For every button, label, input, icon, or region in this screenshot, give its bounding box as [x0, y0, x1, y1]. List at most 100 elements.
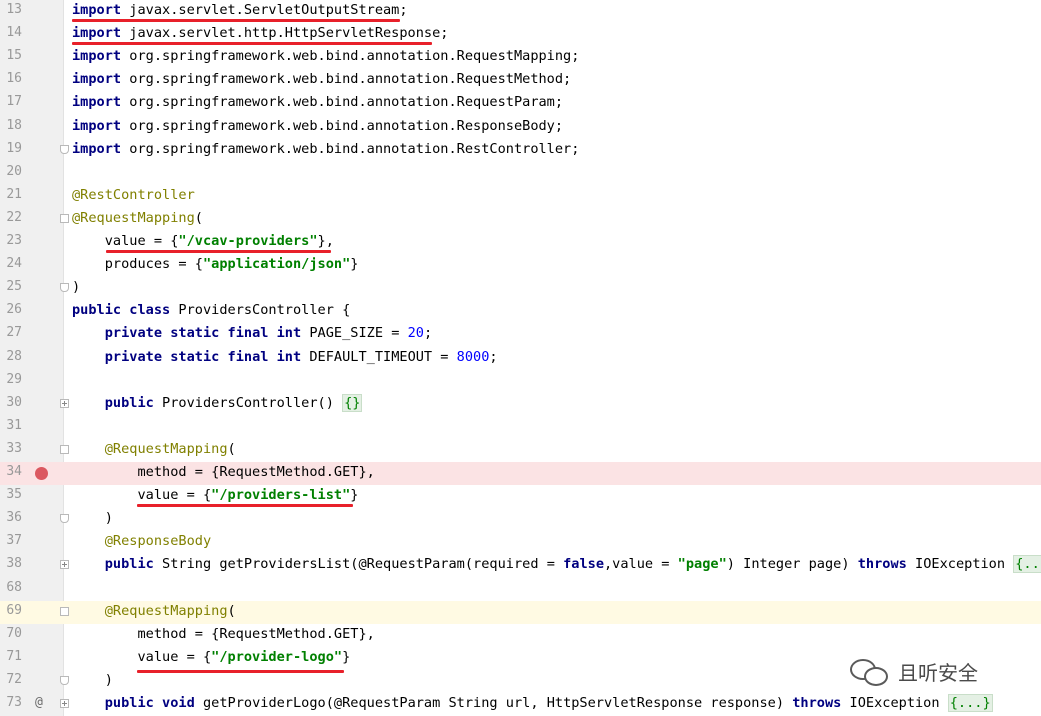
- code-text[interactable]: public void getProviderLogo(@RequestPara…: [72, 694, 993, 712]
- line-number[interactable]: 27: [0, 325, 22, 340]
- code-text[interactable]: @RequestMapping(: [72, 210, 203, 226]
- code-line[interactable]: 29: [0, 370, 1041, 393]
- breakpoint-icon[interactable]: [35, 467, 48, 480]
- line-number[interactable]: 35: [0, 487, 22, 502]
- code-text[interactable]: @ResponseBody: [72, 533, 211, 549]
- code-text[interactable]: value = {"/vcav-providers"},: [72, 233, 334, 249]
- code-text[interactable]: produces = {"application/json"}: [72, 256, 359, 272]
- line-number[interactable]: 34: [0, 464, 22, 479]
- line-number[interactable]: 70: [0, 626, 22, 641]
- code-line[interactable]: 19 import org.springframework.web.bind.an…: [0, 139, 1041, 162]
- fold-toggle-icon[interactable]: [60, 606, 69, 616]
- code-line[interactable]: 69 @RequestMapping(: [0, 600, 1041, 624]
- line-number[interactable]: 26: [0, 302, 22, 317]
- code-text[interactable]: @RequestMapping(: [72, 441, 236, 457]
- line-number[interactable]: 68: [0, 580, 22, 595]
- fold-toggle-icon[interactable]: [60, 444, 69, 454]
- line-number[interactable]: 19: [0, 141, 22, 156]
- line-number[interactable]: 15: [0, 48, 22, 63]
- line-number[interactable]: 25: [0, 279, 22, 294]
- code-editor[interactable]: 13 import javax.servlet.ServletOutputStre…: [0, 0, 1041, 716]
- code-line[interactable]: 26 public class ProvidersController {: [0, 300, 1041, 323]
- code-line[interactable]: 27 private static final int PAGE_SIZE = …: [0, 323, 1041, 346]
- code-text[interactable]: public ProvidersController() {}: [72, 393, 363, 412]
- code-text[interactable]: import org.springframework.web.bind.anno…: [72, 94, 563, 110]
- fold-toggle-icon[interactable]: [60, 283, 69, 293]
- code-line[interactable]: 68: [0, 578, 1041, 601]
- code-line[interactable]: 30 public ProvidersController() {}: [0, 393, 1041, 416]
- code-line[interactable]: 17 import org.springframework.web.bind.an…: [0, 92, 1041, 115]
- line-number[interactable]: 31: [0, 418, 22, 433]
- fold-toggle-icon[interactable]: [60, 398, 69, 408]
- code-text[interactable]: private static final int DEFAULT_TIMEOUT…: [72, 349, 498, 365]
- code-line[interactable]: 16 import org.springframework.web.bind.an…: [0, 69, 1041, 92]
- code-line[interactable]: 33 @RequestMapping(: [0, 439, 1041, 462]
- line-number[interactable]: 38: [0, 556, 22, 571]
- code-text[interactable]: @RestController: [72, 187, 195, 203]
- line-number[interactable]: 36: [0, 510, 22, 525]
- code-text[interactable]: ): [72, 672, 113, 688]
- code-line[interactable]: 36 ): [0, 508, 1041, 531]
- code-token: IOException: [841, 695, 948, 711]
- fold-toggle-icon[interactable]: [60, 144, 69, 154]
- line-number[interactable]: 28: [0, 349, 22, 364]
- code-text[interactable]: import javax.servlet.ServletOutputStream…: [72, 2, 408, 18]
- line-number[interactable]: 21: [0, 187, 22, 202]
- code-text[interactable]: private static final int PAGE_SIZE = 20;: [72, 325, 432, 341]
- code-line[interactable]: 31: [0, 416, 1041, 439]
- line-number[interactable]: 71: [0, 649, 22, 664]
- code-text[interactable]: import org.springframework.web.bind.anno…: [72, 71, 571, 87]
- code-text[interactable]: import org.springframework.web.bind.anno…: [72, 141, 579, 157]
- code-line[interactable]: 22 @RequestMapping(: [0, 208, 1041, 231]
- line-number[interactable]: 37: [0, 533, 22, 548]
- code-line[interactable]: 18 import org.springframework.web.bind.an…: [0, 116, 1041, 139]
- line-number[interactable]: 17: [0, 94, 22, 109]
- code-text[interactable]: ): [72, 279, 80, 295]
- override-gutter-icon[interactable]: @: [35, 695, 43, 710]
- fold-toggle-icon[interactable]: [60, 675, 69, 685]
- fold-toggle-icon[interactable]: [60, 514, 69, 524]
- code-text[interactable]: method = {RequestMethod.GET},: [72, 626, 374, 642]
- line-number[interactable]: 29: [0, 372, 22, 387]
- code-text[interactable]: import javax.servlet.http.HttpServletRes…: [72, 25, 448, 41]
- line-number[interactable]: 24: [0, 256, 22, 271]
- code-line[interactable]: 28 private static final int DEFAULT_TIME…: [0, 347, 1041, 370]
- line-number[interactable]: 30: [0, 395, 22, 410]
- line-number[interactable]: 20: [0, 164, 22, 179]
- code-text[interactable]: method = {RequestMethod.GET},: [72, 464, 374, 480]
- code-text[interactable]: import org.springframework.web.bind.anno…: [72, 118, 563, 134]
- line-number[interactable]: 13: [0, 2, 22, 17]
- code-line[interactable]: 25): [0, 277, 1041, 300]
- folded-code-block[interactable]: {}: [342, 393, 363, 412]
- line-number[interactable]: 16: [0, 71, 22, 86]
- line-number[interactable]: 69: [0, 603, 22, 618]
- line-number[interactable]: 22: [0, 210, 22, 225]
- code-line[interactable]: 70 method = {RequestMethod.GET},: [0, 624, 1041, 647]
- code-line[interactable]: 38 public String getProvidersList(@Reque…: [0, 554, 1041, 577]
- code-text[interactable]: ): [72, 510, 113, 526]
- code-line[interactable]: 24 produces = {"application/json"}: [0, 254, 1041, 277]
- line-number[interactable]: 14: [0, 25, 22, 40]
- line-number[interactable]: 73: [0, 695, 22, 710]
- code-line[interactable]: 21 @RestController: [0, 185, 1041, 208]
- code-text[interactable]: public class ProvidersController {: [72, 302, 350, 318]
- fold-toggle-icon[interactable]: [60, 213, 69, 223]
- fold-toggle-icon[interactable]: [60, 560, 69, 570]
- fold-toggle-icon[interactable]: [60, 699, 69, 708]
- code-line[interactable]: 34 method = {RequestMethod.GET},: [0, 462, 1041, 486]
- code-line[interactable]: 20: [0, 162, 1041, 185]
- folded-code-block[interactable]: {...}: [947, 694, 993, 712]
- code-line[interactable]: 15 import org.springframework.web.bind.an…: [0, 46, 1041, 69]
- line-number[interactable]: 72: [0, 672, 22, 687]
- code-text[interactable]: value = {"/provider-logo"}: [72, 649, 350, 665]
- code-line[interactable]: 73 @ public void getProviderLogo(@Request…: [0, 693, 1041, 716]
- code-text[interactable]: @RequestMapping(: [72, 603, 236, 619]
- line-number[interactable]: 23: [0, 233, 22, 248]
- line-number[interactable]: 18: [0, 118, 22, 133]
- folded-code-block[interactable]: {...}: [1013, 555, 1041, 574]
- code-text[interactable]: value = {"/providers-list"}: [72, 487, 358, 503]
- code-text[interactable]: import org.springframework.web.bind.anno…: [72, 48, 579, 64]
- code-line[interactable]: 37 @ResponseBody: [0, 531, 1041, 554]
- code-text[interactable]: public String getProvidersList(@RequestP…: [72, 555, 1041, 574]
- line-number[interactable]: 33: [0, 441, 22, 456]
